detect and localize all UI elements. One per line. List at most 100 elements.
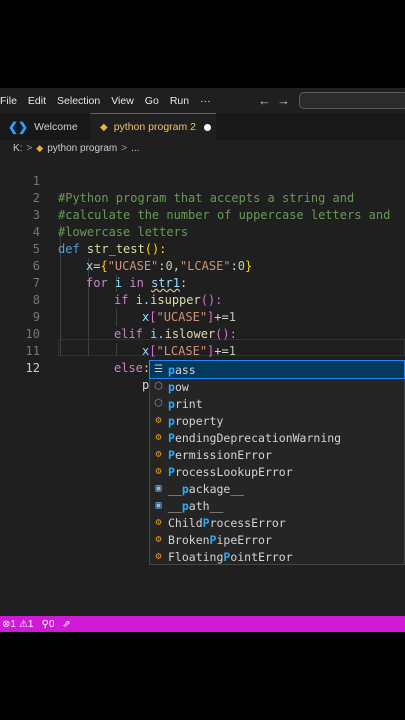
command-center-search[interactable]	[299, 92, 405, 109]
menu-more[interactable]: ···	[200, 95, 211, 107]
menu-selection[interactable]: Selection	[57, 95, 100, 107]
suggestion-rest: ath__	[188, 498, 224, 513]
suggestion-match: P	[209, 532, 217, 547]
vscode-icon: ❮❯	[8, 119, 29, 134]
code-line: 10 x["LCASE"]+=1	[0, 309, 405, 358]
class-icon: ⚙	[155, 551, 162, 562]
suggestion-prefix: Broken	[168, 532, 210, 547]
warning-icon: ⚠	[18, 618, 28, 630]
function-icon: ⬡	[154, 398, 163, 409]
radio-tower-icon: ⚲	[41, 618, 49, 630]
code-line: 3 #lowercase letters	[0, 190, 405, 239]
suggestion-rest: endingDeprecationWarning	[174, 430, 342, 445]
problems-indicator[interactable]: ⊗ 1 ⚠ 1	[2, 619, 33, 630]
suggestion-rest: ointError	[230, 549, 293, 564]
breadcrumb-separator: >	[121, 142, 128, 154]
class-icon: ⚙	[155, 466, 162, 477]
suggestion-rest: ackage__	[188, 481, 245, 496]
menu-edit[interactable]: Edit	[28, 95, 46, 107]
code-text: else:	[114, 360, 150, 377]
menu-bar: File Edit Selection View Go Run ··· ←→	[0, 88, 405, 113]
code-line: 1 #Python program that accepts a string …	[0, 156, 405, 205]
forward-arrow-icon[interactable]: →	[277, 93, 296, 108]
code-line: 8 x["UCASE"]+=1	[0, 275, 405, 324]
tab-welcome[interactable]: ❮❯ Welcome	[0, 113, 90, 140]
suggestion-match: p	[181, 481, 189, 496]
tab-label: Welcome	[34, 120, 78, 133]
suggestion-item[interactable]: ▣ __ p ath__	[150, 497, 404, 514]
suggestion-rest: ass	[174, 362, 196, 377]
suggestion-item[interactable]: ⬡ p ow	[150, 378, 404, 395]
class-icon: ⚙	[155, 432, 162, 443]
python-file-icon: ◆	[36, 142, 44, 153]
code-line-current: 12 p	[0, 343, 405, 392]
live-share-icon[interactable]: ⇗	[62, 619, 70, 630]
suggestion-item[interactable]: ⚙ Broken PipeError	[150, 531, 404, 548]
error-count: 1	[10, 618, 16, 630]
code-line: 6 for i in str1:	[0, 241, 405, 290]
code-line: 2 #calculate the number of uppercase let…	[0, 173, 405, 222]
suggestion-item[interactable]: ⚙ PendingDeprecationWarning	[150, 429, 404, 446]
suggestion-prefix: __	[168, 498, 182, 513]
suggestion-prefix: Floating	[168, 549, 224, 564]
suggestion-item[interactable]: ⚙ ProcessLookupError	[150, 463, 404, 480]
variable-icon: ▣	[155, 483, 162, 494]
suggestion-item[interactable]: ⚙ Floating PointError	[150, 548, 404, 565]
ports-indicator[interactable]: ⚲ 0	[41, 619, 54, 630]
suggestion-rest: ow	[174, 379, 189, 394]
tab-label: python program 2	[113, 121, 197, 133]
code-line: 4 def str_test():	[0, 207, 405, 256]
unsaved-dot-icon[interactable]	[204, 123, 212, 131]
menu-view[interactable]: View	[111, 95, 134, 107]
suggestion-match: P	[168, 447, 175, 462]
breadcrumb-drive[interactable]: K:	[13, 143, 22, 154]
variable-icon: ▣	[155, 500, 162, 511]
function-icon: ⬡	[154, 381, 163, 392]
menu-go[interactable]: Go	[145, 95, 159, 107]
class-icon: ⚙	[155, 517, 162, 528]
suggestion-item[interactable]: ⚙ PermissionError	[150, 446, 404, 463]
suggestion-item[interactable]: ☰ p ass	[149, 360, 405, 379]
python-file-icon: ◆	[100, 121, 108, 133]
autocomplete-suggestions: ☰ p ass ⬡ p ow ⬡ p rint ⚙ p roperty ⚙ Pendin…	[149, 360, 405, 565]
suggestion-match: p	[168, 396, 175, 411]
warning-count: 1	[27, 618, 34, 630]
suggestion-item[interactable]: ⚙ Child ProcessError	[150, 514, 404, 531]
status-bar: ⊗ 1 ⚠ 1 ⚲ 0 ⇗	[0, 616, 405, 632]
suggestion-match: p	[181, 498, 189, 513]
code-line: 9 elif i.islower():	[0, 292, 405, 341]
breadcrumb: K: > ◆ python program > ...	[0, 140, 405, 156]
nav-arrows: ←→	[258, 93, 296, 108]
suggestion-match: p	[168, 379, 175, 394]
suggestion-match: P	[223, 549, 231, 564]
suggestion-item[interactable]: ⬡ p rint	[150, 395, 404, 412]
tab-python-program-2[interactable]: ◆ python program 2	[90, 113, 216, 140]
suggestion-rest: rocessLookupError	[174, 464, 293, 479]
breadcrumb-file[interactable]: python program	[47, 143, 117, 154]
keyword-icon: ☰	[154, 364, 163, 375]
suggestion-rest: roperty	[174, 413, 224, 428]
suggestion-match: p	[168, 362, 175, 377]
tab-bar: ❮❯ Welcome ◆ python program 2	[0, 113, 405, 141]
suggestion-rest: rocessError	[209, 515, 286, 530]
suggestion-rest: ermissionError	[174, 447, 272, 462]
suggestion-rest: rint	[174, 396, 203, 411]
code-line: 11 else:	[0, 326, 405, 375]
suggestion-match: P	[202, 515, 210, 530]
error-icon: ⊗	[2, 618, 11, 630]
suggestion-item[interactable]: ⚙ p roperty	[150, 412, 404, 429]
suggestion-match: P	[168, 464, 175, 479]
line-number: 12	[25, 361, 40, 375]
suggestion-rest: ipeError	[216, 532, 272, 547]
menu-file[interactable]: File	[0, 95, 17, 107]
suggestion-prefix: Child	[168, 515, 203, 530]
suggestion-match: P	[168, 430, 175, 445]
breadcrumb-symbol[interactable]: ...	[131, 143, 139, 154]
code-line: 7 if i.isupper():	[0, 258, 405, 307]
menu-run[interactable]: Run	[170, 95, 189, 107]
breadcrumb-separator: >	[26, 142, 33, 154]
back-arrow-icon[interactable]: ←	[258, 93, 277, 108]
ports-count: 0	[48, 618, 55, 630]
suggestion-item[interactable]: ▣ __ p ackage__	[150, 480, 404, 497]
suggestion-match: p	[168, 413, 175, 428]
